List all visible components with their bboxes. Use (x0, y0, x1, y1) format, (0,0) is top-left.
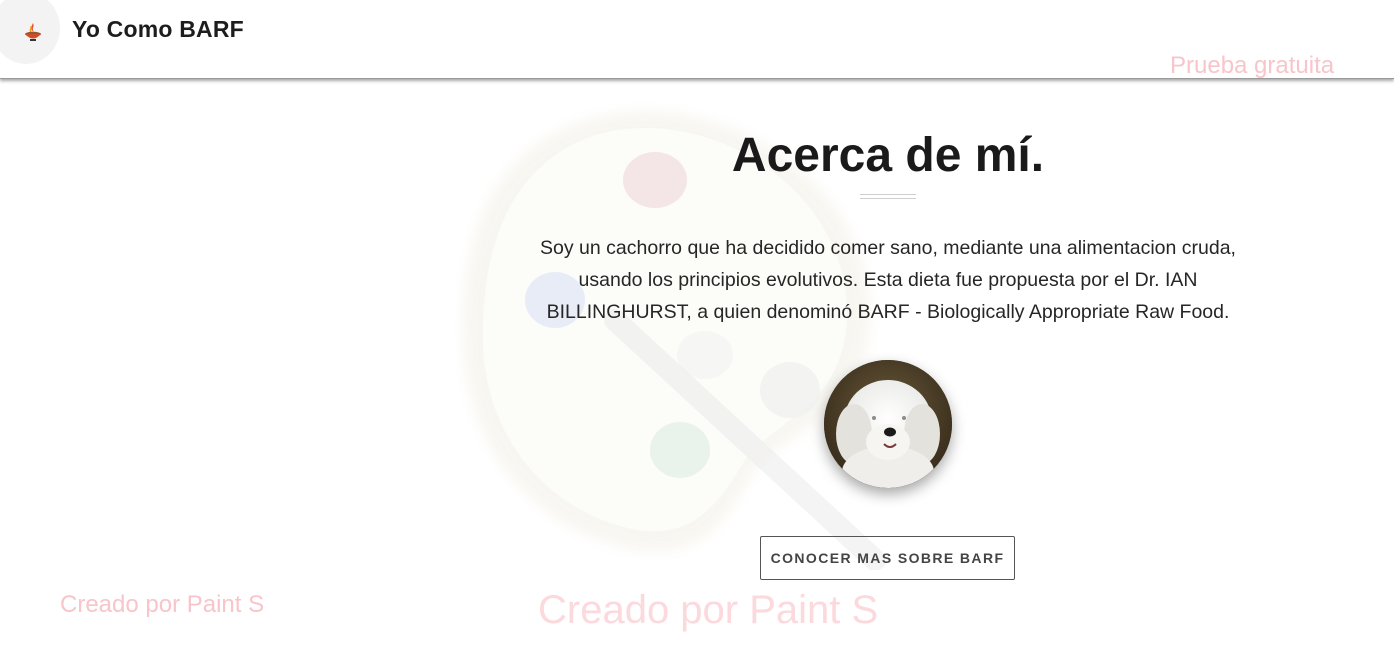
fire-bowl-icon (25, 23, 41, 41)
logo[interactable] (0, 0, 60, 64)
title-divider (860, 194, 916, 199)
section-title: Acerca de mí. (731, 129, 1045, 182)
creator-watermark-left: Creado por Paint S (60, 591, 265, 618)
creator-watermark-center: Creado por Paint S (538, 588, 879, 632)
learn-more-barf-button[interactable]: CONOCER MAS SOBRE BARF (760, 536, 1015, 580)
site-title[interactable]: Yo Como BARF (72, 16, 244, 43)
about-description: Soy un cachorro que ha decidido comer sa… (540, 237, 1236, 323)
dog-photo-icon (824, 360, 952, 488)
dog-avatar (824, 360, 952, 488)
trial-watermark: Prueba gratuita (1170, 52, 1335, 79)
